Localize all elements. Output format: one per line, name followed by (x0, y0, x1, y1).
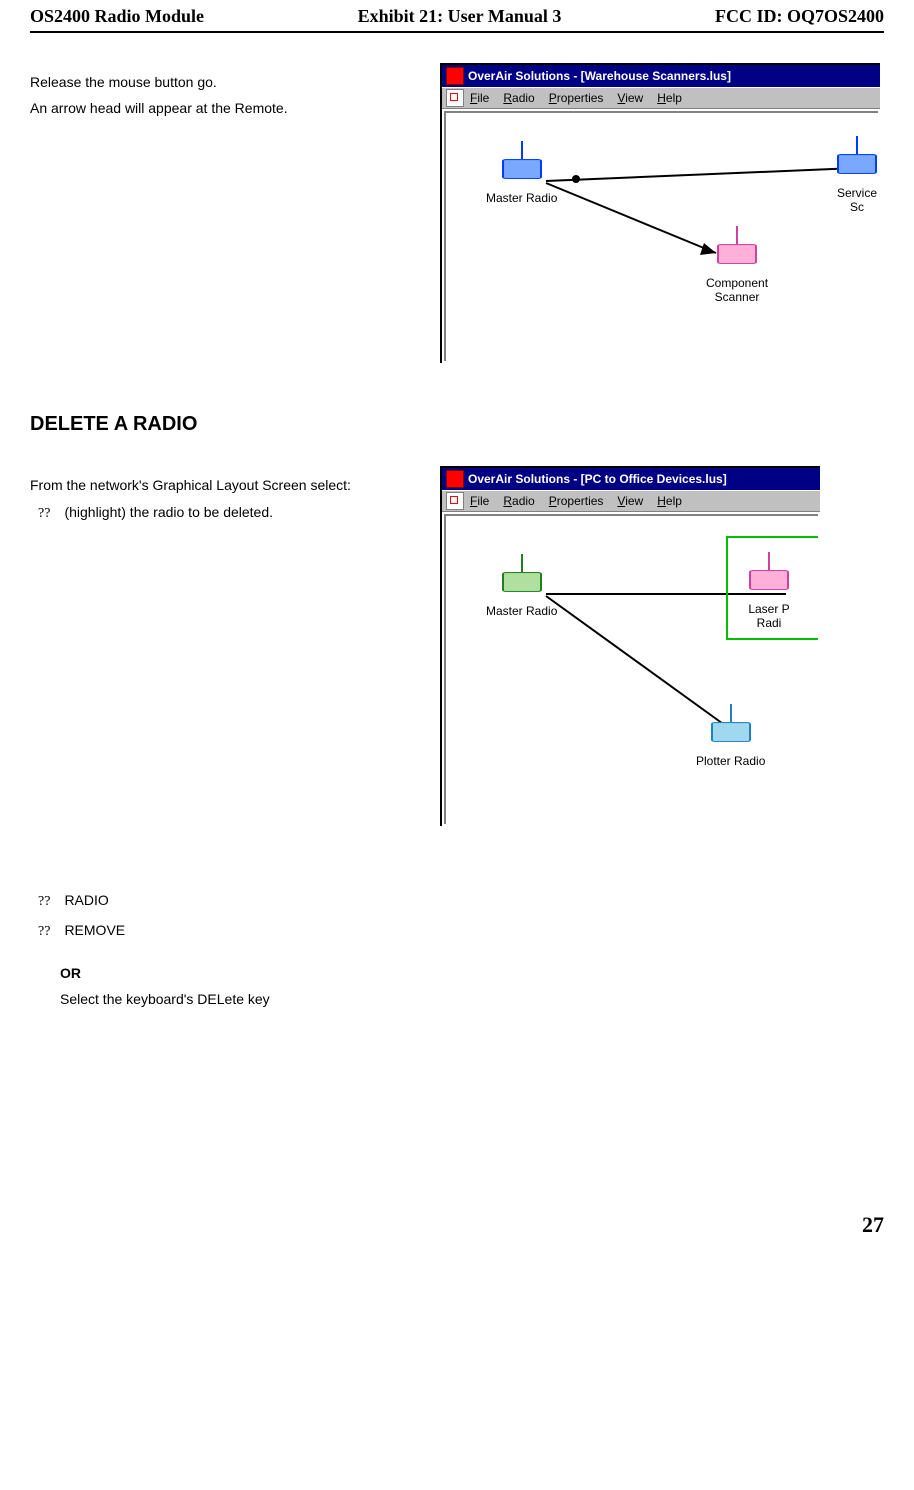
radio-icon (499, 143, 545, 189)
radio-icon (499, 556, 545, 602)
app-icon (446, 67, 464, 85)
menu-radio-underline: R (503, 494, 512, 508)
menu-help-underline: H (657, 91, 666, 105)
node-master-radio[interactable]: Master Radio (486, 143, 557, 205)
window-title: OverAir Solutions - [PC to Office Device… (468, 472, 727, 486)
bullet-text: REMOVE (64, 922, 125, 938)
node-label: Service Sc (834, 186, 878, 214)
menu-bar: File Radio Properties View Help (442, 490, 820, 512)
bullet-marker: ?? (38, 506, 50, 521)
bullet-remove: ?? REMOVE (38, 916, 884, 946)
menu-radio[interactable]: Radio (503, 494, 534, 508)
screenshot-warehouse-scanners: OverAir Solutions - [Warehouse Scanners.… (440, 63, 880, 363)
page-header: OS2400 Radio Module Exhibit 21: User Man… (30, 6, 884, 31)
bullet-text: RADIO (64, 892, 108, 908)
menu-file-underline: F (470, 494, 477, 508)
or-label: OR (60, 960, 884, 986)
or-instruction: Select the keyboard's DELete key (60, 986, 884, 1012)
instruction-line: Release the mouse button go. (30, 69, 420, 95)
header-separator (30, 31, 884, 33)
window-title-bar: OverAir Solutions - [Warehouse Scanners.… (442, 65, 880, 87)
radio-icon (746, 554, 792, 600)
menu-radio[interactable]: Radio (503, 91, 534, 105)
app-icon (446, 470, 464, 488)
or-block: OR Select the keyboard's DELete key (60, 960, 884, 1012)
doc-icon (446, 492, 464, 510)
bullet-marker: ?? (38, 924, 50, 939)
node-laser-printer-radio[interactable]: Laser P Radi (746, 554, 792, 630)
menu-help-underline: H (657, 494, 666, 508)
menu-file[interactable]: File (470, 494, 489, 508)
menu-help[interactable]: Help (657, 494, 682, 508)
node-label: Laser P Radi (746, 602, 792, 630)
bullet-marker: ?? (38, 894, 50, 909)
heading-delete-radio: DELETE A RADIO (30, 413, 884, 436)
node-master-radio[interactable]: Master Radio (486, 556, 557, 618)
node-service-scanner[interactable]: Service Sc (834, 138, 878, 214)
header-center: Exhibit 21: User Manual 3 (358, 6, 562, 27)
node-component-scanner[interactable]: Component Scanner (706, 228, 768, 304)
bullet-text: (highlight) the radio to be deleted. (64, 504, 273, 520)
node-label: Plotter Radio (696, 754, 765, 768)
node-plotter-radio[interactable]: Plotter Radio (696, 706, 765, 768)
window-title: OverAir Solutions - [Warehouse Scanners.… (468, 69, 731, 83)
node-label: Master Radio (486, 604, 557, 618)
bullet-radio: ?? RADIO (38, 886, 884, 916)
node-label: Master Radio (486, 191, 557, 205)
menu-file[interactable]: File (470, 91, 489, 105)
menu-properties[interactable]: Properties (549, 91, 604, 105)
radio-icon (834, 138, 878, 184)
menu-view-underline: V (617, 494, 625, 508)
menu-view[interactable]: View (617, 91, 643, 105)
menu-radio-underline: R (503, 91, 512, 105)
window-title-bar: OverAir Solutions - [PC to Office Device… (442, 468, 820, 490)
header-left: OS2400 Radio Module (30, 6, 204, 27)
diagram-canvas: Master Radio Component Scanner Service S… (444, 111, 878, 361)
instruction-line: An arrow head will appear at the Remote. (30, 95, 420, 121)
bullet-highlight: ?? (highlight) the radio to be deleted. (38, 498, 420, 528)
header-right: FCC ID: OQ7OS2400 (715, 6, 884, 27)
menu-properties-underline: P (549, 494, 557, 508)
page-number: 27 (30, 1212, 884, 1238)
menu-help[interactable]: Help (657, 91, 682, 105)
menu-view-underline: V (617, 91, 625, 105)
node-label: Component Scanner (706, 276, 768, 304)
instruction-line: From the network's Graphical Layout Scre… (30, 472, 420, 498)
doc-icon (446, 89, 464, 107)
menu-bar: File Radio Properties View Help (442, 87, 880, 109)
menu-properties-underline: P (549, 91, 557, 105)
screenshot-pc-office-devices: OverAir Solutions - [PC to Office Device… (440, 466, 820, 826)
radio-icon (714, 228, 760, 274)
menu-file-underline: F (470, 91, 477, 105)
radio-icon (708, 706, 754, 752)
diagram-canvas: Master Radio Laser P Radi Plotter Radio (444, 514, 818, 824)
menu-view[interactable]: View (617, 494, 643, 508)
menu-properties[interactable]: Properties (549, 494, 604, 508)
